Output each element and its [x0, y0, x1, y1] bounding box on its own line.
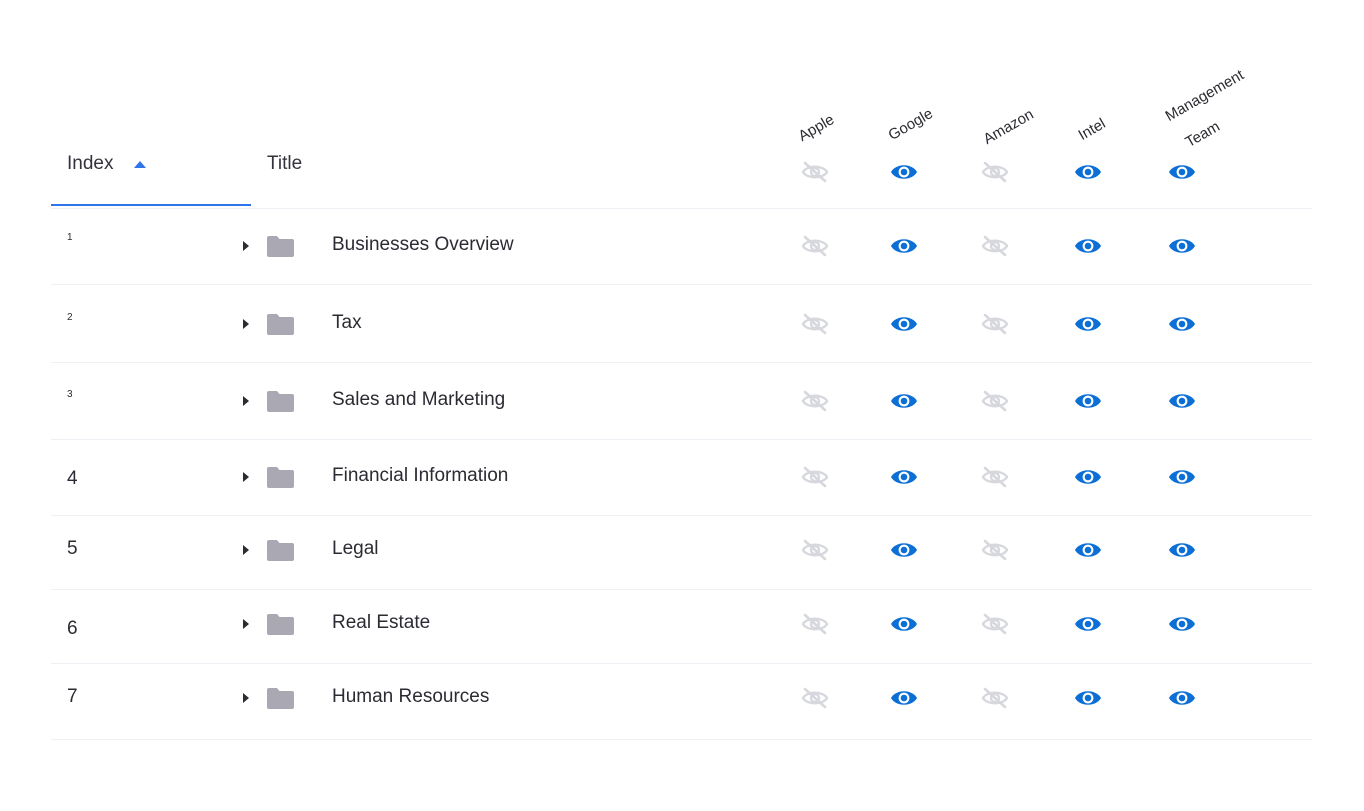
eye-off-icon[interactable]: [981, 613, 1009, 635]
column-header-apple: Apple: [795, 0, 889, 208]
folder-icon: [267, 688, 294, 709]
row-title[interactable]: Human Resources: [332, 686, 489, 708]
eye-icon[interactable]: [890, 539, 918, 559]
eye-icon[interactable]: [1074, 161, 1102, 183]
row-title[interactable]: Real Estate: [332, 612, 430, 634]
caret-right-icon[interactable]: [243, 241, 249, 251]
folder-icon: [267, 314, 294, 335]
caret-right-icon[interactable]: [243, 693, 249, 703]
row-title[interactable]: Businesses Overview: [332, 234, 514, 256]
eye-icon[interactable]: [890, 466, 918, 486]
eye-off-icon[interactable]: [981, 313, 1009, 335]
column-name: Amazon: [980, 105, 1037, 148]
eye-icon[interactable]: [890, 687, 918, 707]
eye-off-icon[interactable]: [801, 161, 829, 183]
eye-icon[interactable]: [1168, 390, 1196, 410]
table-row[interactable]: 3 Sales and Marketing: [51, 363, 1312, 440]
eye-off-icon[interactable]: [981, 161, 1009, 183]
eye-icon[interactable]: [1074, 390, 1102, 410]
folder-icon: [267, 391, 294, 412]
eye-icon[interactable]: [1074, 466, 1102, 486]
eye-icon[interactable]: [1168, 235, 1196, 255]
eye-icon[interactable]: [1168, 539, 1196, 559]
column-name-line2: Team: [1182, 117, 1223, 151]
eye-off-icon[interactable]: [801, 539, 829, 561]
eye-icon[interactable]: [1074, 313, 1102, 333]
row-index: 7: [67, 686, 78, 707]
eye-off-icon[interactable]: [801, 687, 829, 709]
caret-right-icon[interactable]: [243, 545, 249, 555]
column-header-intel: Intel: [1073, 0, 1163, 208]
eye-off-icon[interactable]: [981, 235, 1009, 257]
caret-right-icon[interactable]: [243, 472, 249, 482]
eye-icon[interactable]: [890, 313, 918, 333]
row-title[interactable]: Sales and Marketing: [332, 389, 505, 411]
caret-right-icon[interactable]: [243, 319, 249, 329]
sort-up-icon[interactable]: [134, 161, 146, 168]
eye-off-icon[interactable]: [801, 390, 829, 412]
table-row[interactable]: 1 Businesses Overview: [51, 208, 1312, 285]
table-row[interactable]: 2 Tax: [51, 285, 1312, 363]
eye-icon[interactable]: [890, 613, 918, 633]
eye-off-icon[interactable]: [801, 313, 829, 335]
row-index: 2: [67, 312, 73, 323]
permissions-table: Index Title Apple Google Amazon Intel Ma…: [51, 0, 1312, 811]
eye-icon[interactable]: [1074, 235, 1102, 255]
eye-icon[interactable]: [1074, 539, 1102, 559]
folder-icon: [267, 614, 294, 635]
column-header-google: Google: [885, 0, 979, 208]
eye-off-icon[interactable]: [801, 613, 829, 635]
row-index: 3: [67, 389, 73, 400]
eye-off-icon[interactable]: [981, 687, 1009, 709]
title-column-header[interactable]: Title: [267, 153, 302, 175]
eye-icon[interactable]: [1168, 613, 1196, 633]
eye-icon[interactable]: [1168, 313, 1196, 333]
eye-icon[interactable]: [1168, 161, 1196, 183]
row-index: 5: [67, 538, 78, 559]
column-name: Google: [885, 105, 936, 144]
folder-icon: [267, 467, 294, 488]
table-row[interactable]: 5 Legal: [51, 516, 1312, 590]
eye-icon[interactable]: [1168, 687, 1196, 707]
row-index: 6: [67, 618, 78, 639]
folder-icon: [267, 236, 294, 257]
eye-off-icon[interactable]: [801, 235, 829, 257]
table-row[interactable]: 6 Real Estate: [51, 590, 1312, 664]
eye-icon[interactable]: [890, 235, 918, 255]
column-header-amazon: Amazon: [979, 0, 1069, 208]
eye-off-icon[interactable]: [981, 539, 1009, 561]
folder-icon: [267, 540, 294, 561]
caret-right-icon[interactable]: [243, 619, 249, 629]
caret-right-icon[interactable]: [243, 396, 249, 406]
table-header: Index Title Apple Google Amazon Intel Ma…: [51, 0, 1312, 209]
row-title[interactable]: Financial Information: [332, 465, 508, 487]
row-title[interactable]: Tax: [332, 312, 362, 334]
eye-icon[interactable]: [1074, 687, 1102, 707]
eye-icon[interactable]: [890, 390, 918, 410]
column-name: Intel: [1075, 115, 1109, 144]
eye-off-icon[interactable]: [801, 466, 829, 488]
eye-off-icon[interactable]: [981, 466, 1009, 488]
row-index: 4: [67, 468, 78, 489]
eye-icon[interactable]: [1168, 466, 1196, 486]
eye-icon[interactable]: [1074, 613, 1102, 633]
row-title[interactable]: Legal: [332, 538, 379, 560]
column-name: Apple: [795, 111, 838, 145]
table-row[interactable]: 4 Financial Information: [51, 440, 1312, 516]
column-header-management-team: Management Team: [1163, 0, 1287, 208]
row-index: 1: [67, 232, 73, 243]
column-name-line1: Management: [1162, 66, 1247, 125]
table-row[interactable]: 7 Human Resources: [51, 664, 1312, 740]
eye-icon[interactable]: [890, 161, 918, 183]
index-column-header[interactable]: Index: [51, 140, 251, 206]
index-header-label: Index: [67, 153, 114, 174]
eye-off-icon[interactable]: [981, 390, 1009, 412]
